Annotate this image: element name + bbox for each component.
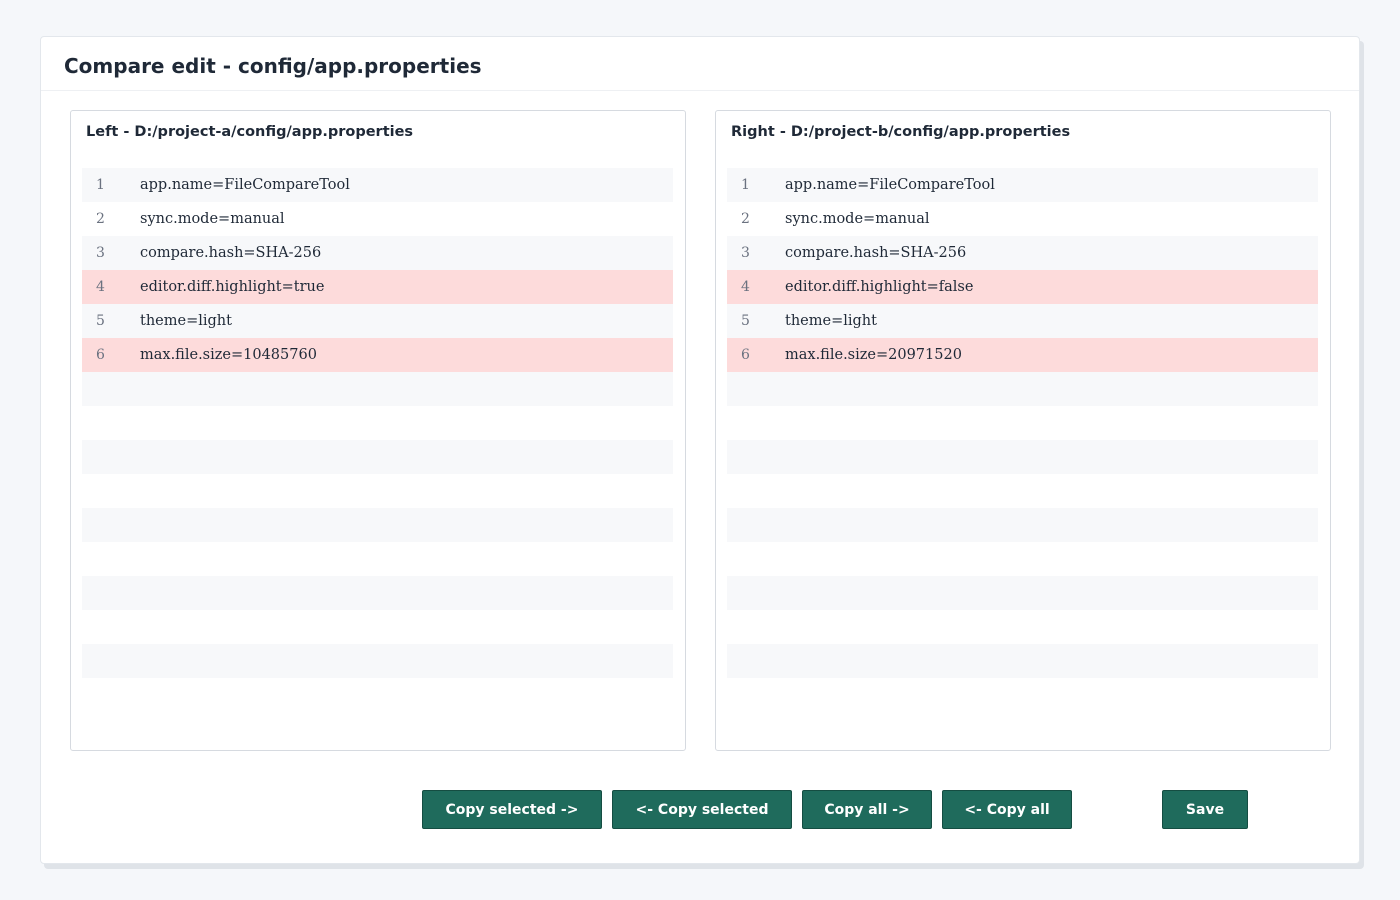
editor-line[interactable]: 2 sync.mode=manual [727, 202, 1318, 236]
line-text[interactable]: app.name=FileCompareTool [122, 177, 350, 193]
right-editor[interactable]: 1 app.name=FileCompareTool 2 sync.mode=manu… [727, 168, 1318, 678]
left-file-panel: Left - D:/project-a/config/app.propertie… [70, 110, 686, 751]
editor-line[interactable]: 2 sync.mode=manual [82, 202, 673, 236]
line-number: 2 [741, 211, 750, 227]
line-number: 1 [741, 177, 750, 193]
dialog-header: Compare edit - config/app.properties [41, 37, 1359, 91]
empty-editor-line[interactable] [727, 440, 1318, 474]
empty-editor-line[interactable] [82, 576, 673, 610]
line-text[interactable]: sync.mode=manual [122, 211, 285, 227]
right-file-panel: Right - D:/project-b/config/app.properti… [715, 110, 1331, 751]
editor-line[interactable]: 1 app.name=FileCompareTool [727, 168, 1318, 202]
editor-line[interactable]: 4 editor.diff.highlight=true [82, 270, 673, 304]
compare-edit-dialog: Compare edit - config/app.properties Lef… [40, 36, 1360, 864]
editor-line[interactable]: 5 theme=light [727, 304, 1318, 338]
left-editor[interactable]: 1 app.name=FileCompareTool 2 sync.mode=manu… [82, 168, 673, 678]
line-number: 6 [96, 347, 105, 363]
empty-editor-line[interactable] [727, 576, 1318, 610]
empty-editor-line[interactable] [82, 474, 673, 508]
empty-editor-line[interactable] [82, 440, 673, 474]
empty-editor-line[interactable] [82, 372, 673, 406]
line-number: 3 [96, 245, 105, 261]
line-text[interactable]: compare.hash=SHA-256 [122, 245, 321, 261]
line-text[interactable]: max.file.size=20971520 [767, 347, 962, 363]
line-number: 3 [741, 245, 750, 261]
line-text[interactable]: max.file.size=10485760 [122, 347, 317, 363]
line-number: 1 [96, 177, 105, 193]
empty-editor-line[interactable] [727, 406, 1318, 440]
empty-editor-line[interactable] [727, 474, 1318, 508]
copy-all-left-button[interactable]: <- Copy all [942, 790, 1072, 829]
line-number: 5 [741, 313, 750, 329]
editor-line[interactable]: 6 max.file.size=10485760 [82, 338, 673, 372]
editor-line[interactable]: 1 app.name=FileCompareTool [82, 168, 673, 202]
line-text[interactable]: theme=light [122, 313, 232, 329]
line-text[interactable]: theme=light [767, 313, 877, 329]
line-number: 4 [96, 279, 105, 295]
line-text[interactable]: editor.diff.highlight=false [767, 279, 973, 295]
line-number: 4 [741, 279, 750, 295]
editor-line[interactable]: 6 max.file.size=20971520 [727, 338, 1318, 372]
empty-editor-line[interactable] [727, 508, 1318, 542]
line-text[interactable]: sync.mode=manual [767, 211, 930, 227]
empty-editor-line[interactable] [82, 406, 673, 440]
copy-selected-right-button[interactable]: Copy selected -> [422, 790, 602, 829]
empty-editor-line[interactable] [82, 508, 673, 542]
empty-editor-line[interactable] [82, 610, 673, 644]
right-panel-title: Right - D:/project-b/config/app.properti… [731, 124, 1071, 140]
editor-line[interactable]: 3 compare.hash=SHA-256 [82, 236, 673, 270]
empty-editor-line[interactable] [727, 542, 1318, 576]
empty-editor-line[interactable] [82, 542, 673, 576]
line-text[interactable]: app.name=FileCompareTool [767, 177, 995, 193]
line-text[interactable]: compare.hash=SHA-256 [767, 245, 966, 261]
page-title: Compare edit - config/app.properties [64, 54, 482, 78]
editor-line[interactable]: 3 compare.hash=SHA-256 [727, 236, 1318, 270]
line-number: 5 [96, 313, 105, 329]
save-button[interactable]: Save [1162, 790, 1248, 829]
empty-editor-line[interactable] [727, 610, 1318, 644]
line-text[interactable]: editor.diff.highlight=true [122, 279, 324, 295]
copy-selected-left-button[interactable]: <- Copy selected [612, 790, 792, 829]
editor-line[interactable]: 4 editor.diff.highlight=false [727, 270, 1318, 304]
left-panel-title: Left - D:/project-a/config/app.propertie… [86, 124, 414, 140]
copy-all-right-button[interactable]: Copy all -> [802, 790, 932, 829]
empty-editor-line[interactable] [82, 644, 673, 678]
line-number: 6 [741, 347, 750, 363]
line-number: 2 [96, 211, 105, 227]
empty-editor-line[interactable] [727, 644, 1318, 678]
empty-editor-line[interactable] [727, 372, 1318, 406]
editor-line[interactable]: 5 theme=light [82, 304, 673, 338]
